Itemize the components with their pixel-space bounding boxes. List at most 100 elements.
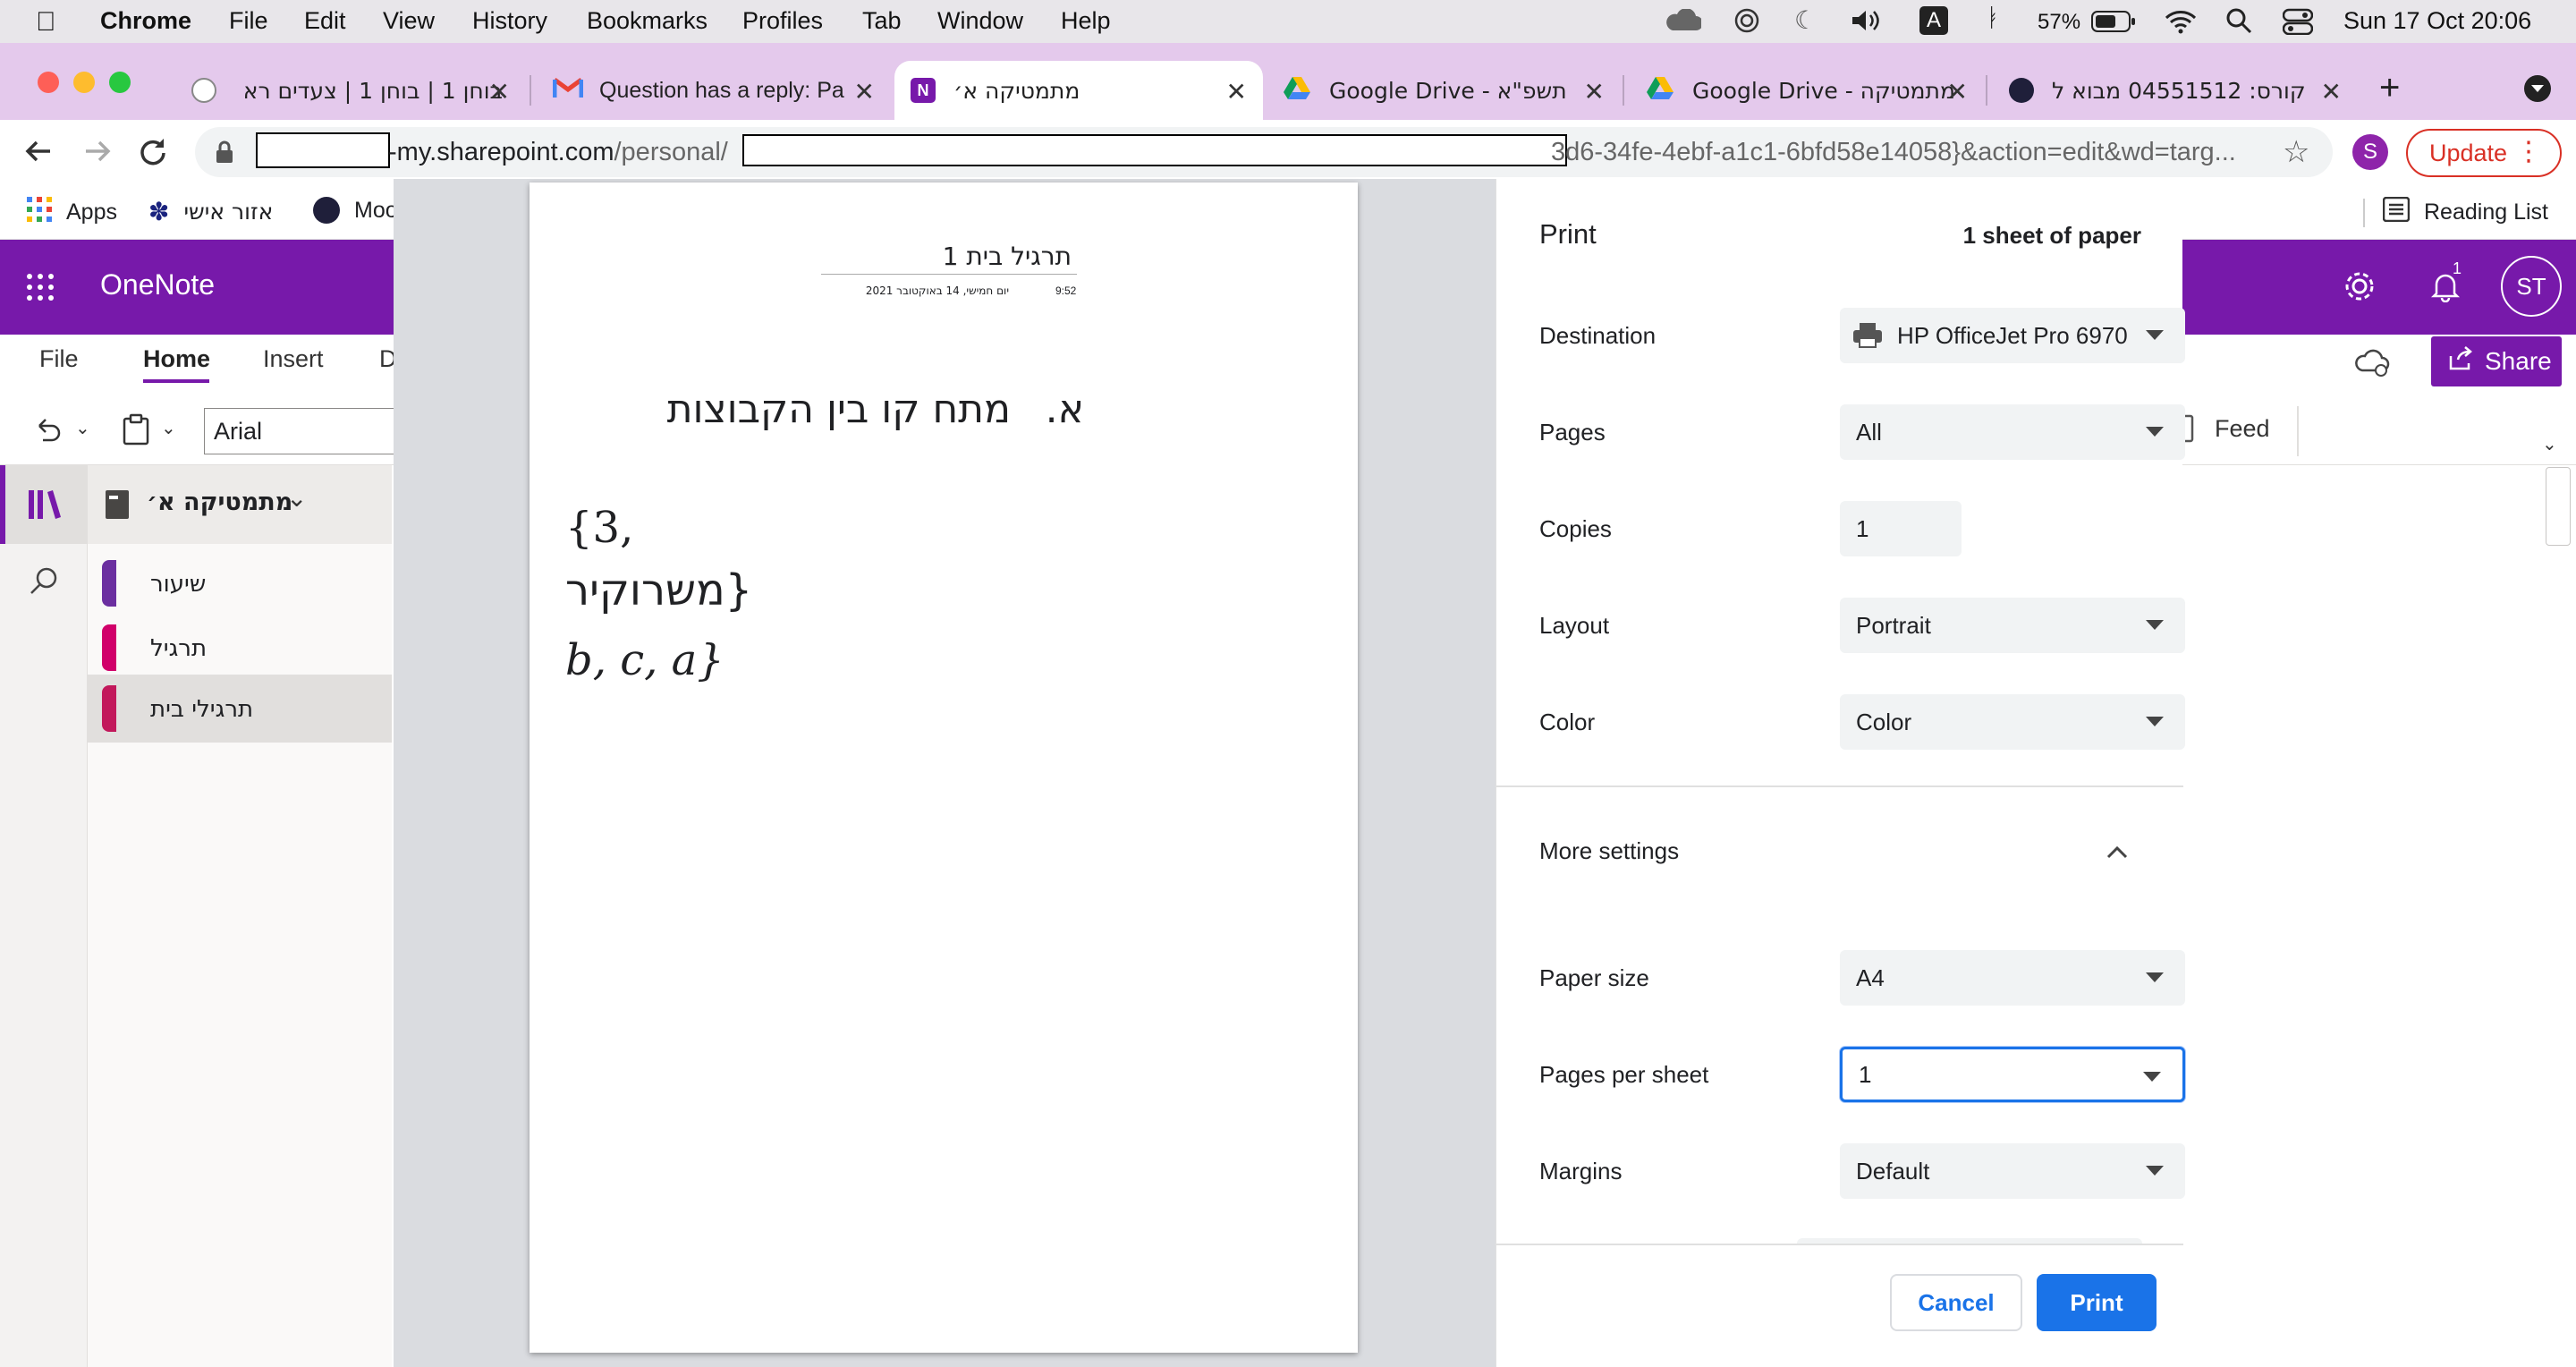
close-window-button[interactable] bbox=[38, 72, 59, 93]
close-tab-icon[interactable]: ✕ bbox=[489, 77, 510, 106]
menu-window[interactable]: Window bbox=[937, 7, 1023, 35]
zoom-window-button[interactable] bbox=[109, 72, 131, 93]
tab-home[interactable]: Home bbox=[143, 345, 210, 373]
undo-icon[interactable] bbox=[32, 413, 64, 450]
paper-size-select[interactable]: A4 bbox=[1840, 950, 2185, 1006]
notebook-header[interactable]: מתמטיקה א׳ ⌄ bbox=[88, 465, 392, 544]
volume-icon[interactable] bbox=[1850, 7, 1882, 40]
layout-select[interactable]: Portrait bbox=[1840, 598, 2185, 653]
pages-per-sheet-select[interactable]: 1 bbox=[1840, 1047, 2185, 1102]
close-tab-icon[interactable]: ✕ bbox=[1584, 77, 1605, 106]
tab-course[interactable]: קורס: 04551512 מבוא ל ✕ bbox=[1993, 61, 2358, 120]
section-color-tab bbox=[102, 685, 116, 732]
airdrop-icon[interactable] bbox=[1733, 7, 1760, 40]
menu-history[interactable]: History bbox=[472, 7, 547, 35]
section-item[interactable]: שיעור bbox=[88, 553, 392, 616]
tab-search-button[interactable] bbox=[2524, 75, 2551, 102]
menu-profiles[interactable]: Profiles bbox=[742, 7, 823, 35]
reload-icon[interactable] bbox=[138, 136, 168, 171]
section-item[interactable]: תרגיל bbox=[88, 617, 392, 680]
bookmark-label: Moo bbox=[354, 197, 398, 223]
cancel-button[interactable]: Cancel bbox=[1890, 1274, 2022, 1331]
forward-icon[interactable] bbox=[82, 136, 113, 171]
profile-avatar[interactable]: S bbox=[2352, 134, 2388, 170]
app-name[interactable]: OneNote bbox=[100, 268, 215, 301]
redacted-block bbox=[742, 134, 1567, 166]
destination-select[interactable]: HP OfficeJet Pro 6970 bbox=[1840, 308, 2185, 363]
input-source-icon[interactable]: A bbox=[1919, 6, 1948, 35]
menu-file[interactable]: File bbox=[229, 7, 268, 35]
apple-icon[interactable]:  bbox=[36, 7, 56, 38]
lock-icon[interactable] bbox=[215, 140, 234, 169]
battery-percent[interactable]: 57% bbox=[2038, 10, 2080, 35]
bookmark-apps[interactable]: Apps bbox=[27, 197, 117, 228]
ribbon-collapse-chevron-icon[interactable]: ⌄ bbox=[2542, 433, 2557, 455]
pages-select[interactable]: All bbox=[1840, 404, 2185, 460]
settings-gear-icon[interactable] bbox=[2343, 270, 2376, 307]
menu-app-name[interactable]: Chrome bbox=[100, 7, 191, 35]
tab-onenote[interactable]: N מתמטיקה א׳ ✕ bbox=[894, 61, 1263, 120]
font-name-field[interactable]: Arial bbox=[204, 408, 401, 454]
address-bar[interactable]: -my.sharepoint.com/personal/ 3d6-34fe-4e… bbox=[195, 127, 2333, 177]
tab-gmail[interactable]: Question has a reply: Pa ✕ bbox=[537, 61, 891, 120]
menu-view[interactable]: View bbox=[383, 7, 435, 35]
sync-status-icon[interactable] bbox=[2354, 347, 2390, 384]
close-tab-icon[interactable]: ✕ bbox=[854, 77, 875, 106]
notebook-name: מתמטיקה א׳ bbox=[147, 488, 293, 516]
user-avatar[interactable]: ST bbox=[2501, 256, 2562, 317]
clock[interactable]: Sun 17 Oct 20:06 bbox=[2343, 7, 2531, 35]
section-color-tab bbox=[102, 624, 116, 671]
tab-drive-2[interactable]: מתמטיקה - Google Drive ✕ bbox=[1630, 61, 1984, 120]
menu-edit[interactable]: Edit bbox=[304, 7, 346, 35]
active-tab-indicator bbox=[143, 379, 209, 383]
chevron-down-icon[interactable]: ⌄ bbox=[161, 417, 176, 439]
pages-per-sheet-label: Pages per sheet bbox=[1539, 1060, 1709, 1088]
bookmark-moodle[interactable]: Moo bbox=[313, 197, 398, 224]
apps-grid-icon bbox=[27, 197, 52, 228]
update-button[interactable]: Update ⋮ bbox=[2406, 129, 2562, 177]
margins-select[interactable]: Default bbox=[1840, 1143, 2185, 1199]
close-tab-icon[interactable]: ✕ bbox=[1226, 77, 1247, 106]
margins-row: Margins Default bbox=[1539, 1143, 2185, 1199]
dropdown-caret-icon bbox=[2146, 972, 2164, 982]
menu-tab[interactable]: Tab bbox=[862, 7, 902, 35]
pages-row: Pages All bbox=[1539, 404, 2185, 460]
bluetooth-icon[interactable]: ᛓ bbox=[1986, 4, 2001, 32]
menu-help[interactable]: Help bbox=[1061, 7, 1111, 35]
back-icon[interactable] bbox=[23, 136, 54, 171]
tab-file[interactable]: File bbox=[39, 345, 79, 373]
close-tab-icon[interactable]: ✕ bbox=[1947, 77, 1968, 106]
chevron-down-icon[interactable]: ⌄ bbox=[75, 417, 90, 439]
close-tab-icon[interactable]: ✕ bbox=[2321, 77, 2342, 106]
notebook-navigation: מתמטיקה א׳ ⌄ שיעור תרגיל תרגילי בית bbox=[88, 465, 392, 1367]
icloud-icon[interactable] bbox=[1665, 8, 1703, 38]
notebooks-icon[interactable] bbox=[27, 487, 63, 527]
app-launcher-icon[interactable] bbox=[25, 272, 55, 307]
moon-icon[interactable]: ☾ bbox=[1794, 5, 1817, 35]
share-button[interactable]: Share bbox=[2431, 336, 2562, 386]
clipboard-icon[interactable] bbox=[122, 413, 150, 450]
wifi-icon[interactable] bbox=[2165, 7, 2197, 40]
tab-drive-1[interactable]: תשפ"א - Google Drive ✕ bbox=[1267, 61, 1621, 120]
color-select[interactable]: Color bbox=[1840, 694, 2185, 750]
battery-icon[interactable] bbox=[2091, 10, 2136, 39]
tab-quiz[interactable]: בוחן 1 | בוחן 1 | צעדים רא ✕ bbox=[175, 61, 526, 120]
reading-list-label: Reading List bbox=[2424, 200, 2548, 225]
bookmark-star-icon[interactable]: ☆ bbox=[2283, 134, 2309, 170]
print-button[interactable]: Print bbox=[2037, 1274, 2157, 1331]
tab-title: מתמטיקה א׳ bbox=[953, 77, 1080, 104]
bookmark-personal-area[interactable]: ✽ אזור אישי bbox=[148, 197, 273, 226]
new-tab-icon[interactable]: + bbox=[2379, 68, 2400, 108]
minimize-window-button[interactable] bbox=[73, 72, 95, 93]
search-icon[interactable] bbox=[29, 565, 61, 602]
tab-insert[interactable]: Insert bbox=[263, 345, 324, 373]
reading-list-button[interactable]: Reading List bbox=[2382, 196, 2548, 228]
section-item-selected[interactable]: תרגילי בית bbox=[88, 675, 392, 743]
feed-label[interactable]: Feed bbox=[2215, 415, 2270, 443]
menu-bookmarks[interactable]: Bookmarks bbox=[587, 7, 708, 35]
scrollbar-thumb[interactable] bbox=[2546, 467, 2571, 546]
control-center-icon[interactable] bbox=[2282, 8, 2314, 41]
copies-input[interactable]: 1 bbox=[1840, 501, 1962, 556]
spotlight-search-icon[interactable] bbox=[2225, 7, 2252, 40]
more-settings-toggle[interactable]: More settings bbox=[1539, 823, 2140, 879]
